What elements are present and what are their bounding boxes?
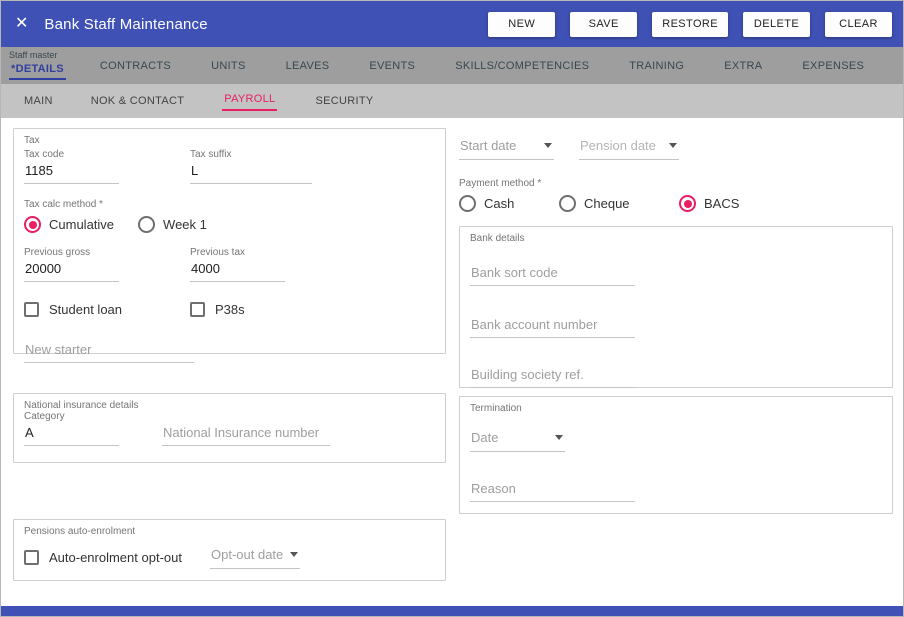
previous-tax-input[interactable]: 4000 [190,258,285,282]
bank-staff-maintenance-window: ✕ Bank Staff Maintenance NEW SAVE RESTOR… [0,0,904,617]
auto-enrolment-optout-checkbox[interactable]: Auto-enrolment opt-out [24,549,210,565]
ni-number-input[interactable]: National Insurance number [162,422,330,446]
previous-gross-field: Previous gross 20000 [24,247,190,282]
staff-master-label: Staff master [9,50,58,60]
category-field: Category A [24,411,152,446]
termination-legend: Termination [470,403,522,414]
radio-cash[interactable]: Cash [459,195,559,212]
tax-calc-method-group: Cumulative Week 1 [24,216,435,233]
tab-nok-contact[interactable]: NOK & CONTACT [72,84,204,118]
header-actions: NEW SAVE RESTORE DELETE CLEAR [488,11,892,37]
right-column: Start date Pension date Payment method *… [459,128,893,514]
chevron-down-icon [669,143,677,148]
bank-sort-code-input[interactable]: Bank sort code [470,262,635,286]
radio-unselected-icon [559,195,576,212]
previous-tax-label: Previous tax [190,247,246,258]
tab-units[interactable]: UNITS [191,47,266,84]
category-input[interactable]: A [24,422,119,446]
header-bar: ✕ Bank Staff Maintenance NEW SAVE RESTOR… [1,1,903,47]
radio-selected-icon [679,195,696,212]
payroll-form: Tax Tax code 1185 Tax suffix L Tax calc … [1,118,903,608]
building-society-ref-input[interactable]: Building society ref. [470,364,635,388]
previous-gross-input[interactable]: 20000 [24,258,119,282]
new-starter-input[interactable]: New starter [24,339,194,363]
tab-contracts[interactable]: CONTRACTS [80,47,191,84]
tab-skills-competencies[interactable]: SKILLS/COMPETENCIES [435,47,609,84]
radio-week1[interactable]: Week 1 [138,216,207,233]
chevron-down-icon [555,435,563,440]
radio-unselected-icon [459,195,476,212]
radio-selected-icon [24,216,41,233]
tab-training[interactable]: TRAINING [609,47,704,84]
payment-method-group: Cash Cheque BACS [459,195,893,212]
checkbox-unchecked-icon [24,302,39,317]
ni-legend: National insurance details [24,400,139,411]
radio-bacs[interactable]: BACS [679,195,739,212]
chevron-down-icon [544,143,552,148]
tax-groupbox: Tax Tax code 1185 Tax suffix L Tax calc … [13,128,446,363]
footer-bar [1,606,903,616]
opt-out-date-dropdown[interactable]: Opt-out date [210,545,300,569]
tab-details-label: *DETAILS [9,61,66,80]
previous-tax-field: Previous tax 4000 [190,247,285,282]
student-loan-checkbox[interactable]: Student loan [24,302,190,317]
checkbox-unchecked-icon [190,302,205,317]
tax-calc-method-label: Tax calc method * [24,199,103,210]
tax-suffix-field: Tax suffix L [190,149,312,184]
tax-code-label: Tax code [24,149,65,160]
pension-date-dropdown[interactable]: Pension date [579,136,679,160]
save-button[interactable]: SAVE [570,11,638,37]
pensions-groupbox: Pensions auto-enrolment Auto-enrolment o… [13,519,446,581]
tab-extra[interactable]: EXTRA [704,47,782,84]
chevron-down-icon [290,552,298,557]
tab-main[interactable]: MAIN [5,84,72,118]
start-date-dropdown[interactable]: Start date [459,136,554,160]
primary-tab-bar: Staff master *DETAILS CONTRACTS UNITS LE… [1,47,903,84]
previous-gross-label: Previous gross [24,247,91,258]
left-column: Tax Tax code 1185 Tax suffix L Tax calc … [13,128,446,581]
clear-button[interactable]: CLEAR [825,11,892,37]
tab-events[interactable]: EVENTS [349,47,435,84]
p38s-checkbox[interactable]: P38s [190,302,245,317]
tab-security[interactable]: SECURITY [296,84,392,118]
termination-date-dropdown[interactable]: Date [470,428,565,452]
tax-suffix-label: Tax suffix [190,149,232,160]
tax-legend: Tax [24,135,40,146]
page-title: Bank Staff Maintenance [44,15,208,33]
tab-leaves[interactable]: LEAVES [266,47,350,84]
termination-reason-input[interactable]: Reason [470,478,635,502]
category-label: Category [24,411,65,422]
secondary-tab-bar: MAIN NOK & CONTACT PAYROLL SECURITY [1,84,903,118]
radio-cumulative[interactable]: Cumulative [24,216,114,233]
termination-groupbox: Termination Date Reason [459,396,893,514]
national-insurance-groupbox: National insurance details Category A Na… [13,393,446,463]
restore-button[interactable]: RESTORE [652,11,728,37]
new-button[interactable]: NEW [488,11,556,37]
bank-details-legend: Bank details [470,233,525,244]
tab-expenses[interactable]: EXPENSES [782,47,884,84]
radio-unselected-icon [138,216,156,233]
tax-code-field: Tax code 1185 [24,149,190,184]
close-icon[interactable]: ✕ [15,16,28,32]
tax-code-input[interactable]: 1185 [24,160,119,184]
tax-suffix-input[interactable]: L [190,160,312,184]
bank-details-groupbox: Bank details Bank sort code Bank account… [459,226,893,388]
tab-details[interactable]: Staff master *DETAILS [1,47,80,84]
radio-cheque[interactable]: Cheque [559,195,679,212]
delete-button[interactable]: DELETE [743,11,810,37]
checkbox-unchecked-icon [24,549,39,565]
pensions-legend: Pensions auto-enrolment [24,526,136,537]
tab-payroll[interactable]: PAYROLL [203,84,296,118]
bank-account-number-input[interactable]: Bank account number [470,314,635,338]
payment-method-label: Payment method * [459,178,542,189]
